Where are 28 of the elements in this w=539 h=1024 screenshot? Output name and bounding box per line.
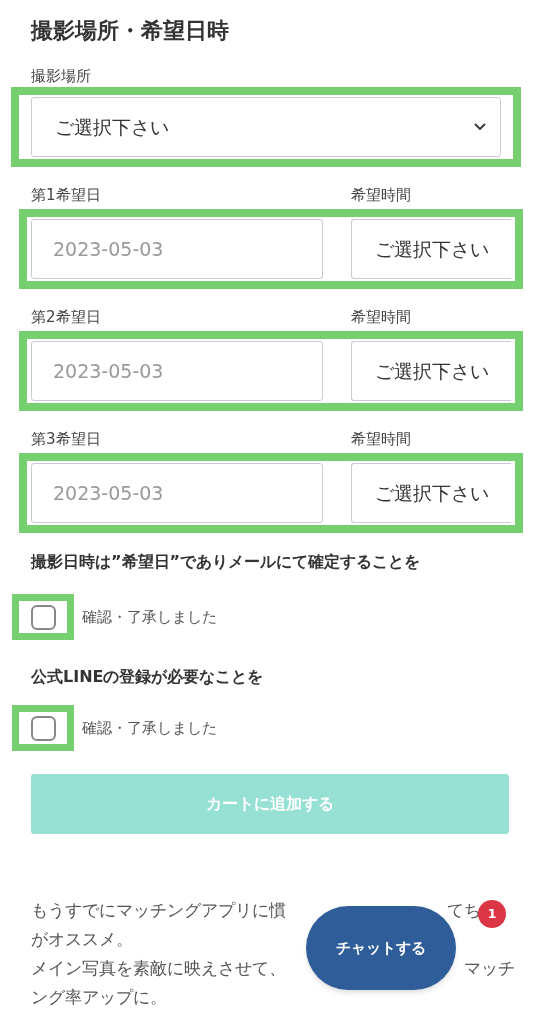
date-field[interactable]: 2023-05-03 <box>31 219 323 279</box>
location-select[interactable]: ご選択下さい <box>31 97 501 157</box>
description-text: メイン写真を素敵に映えさせて、 <box>31 957 286 980</box>
field-label: 希望時間 <box>351 307 411 327</box>
time-select[interactable]: ご選択下さい <box>351 219 511 279</box>
field-label: 撮影場所 <box>30 66 92 86</box>
checkbox-label: 確認・了承しました <box>82 606 217 628</box>
field-label: 希望時間 <box>351 185 411 205</box>
notice-text: 公式LINEの登録が必要なことを <box>30 666 265 688</box>
description-text: がオススメ。 <box>31 928 133 951</box>
notice-text: 撮影日時は”希望日”でありメールにて確定することを <box>29 551 422 573</box>
section-title: 撮影場所・希望日時 <box>29 17 230 45</box>
description-text: もうすでにマッチングアプリに慣 <box>31 899 286 922</box>
checkbox[interactable] <box>30 715 56 741</box>
checkbox[interactable] <box>30 604 56 630</box>
time-select[interactable]: ご選択下さい <box>351 463 511 523</box>
date-field[interactable]: 2023-05-03 <box>31 463 323 523</box>
date-field[interactable]: 2023-05-03 <box>31 341 323 401</box>
field-label: 第2希望日 <box>30 307 102 327</box>
checkbox-label: 確認・了承しました <box>82 717 217 739</box>
field-label: 第1希望日 <box>30 185 102 205</box>
chevron-down-icon <box>474 123 486 131</box>
description-text: ング率アップに。 <box>31 986 167 1009</box>
time-select[interactable]: ご選択下さい <box>351 341 511 401</box>
field-label: 希望時間 <box>351 429 411 449</box>
description-text: マッチ <box>464 957 515 980</box>
notification-badge: 1 <box>478 900 506 928</box>
field-label: 第3希望日 <box>30 429 102 449</box>
